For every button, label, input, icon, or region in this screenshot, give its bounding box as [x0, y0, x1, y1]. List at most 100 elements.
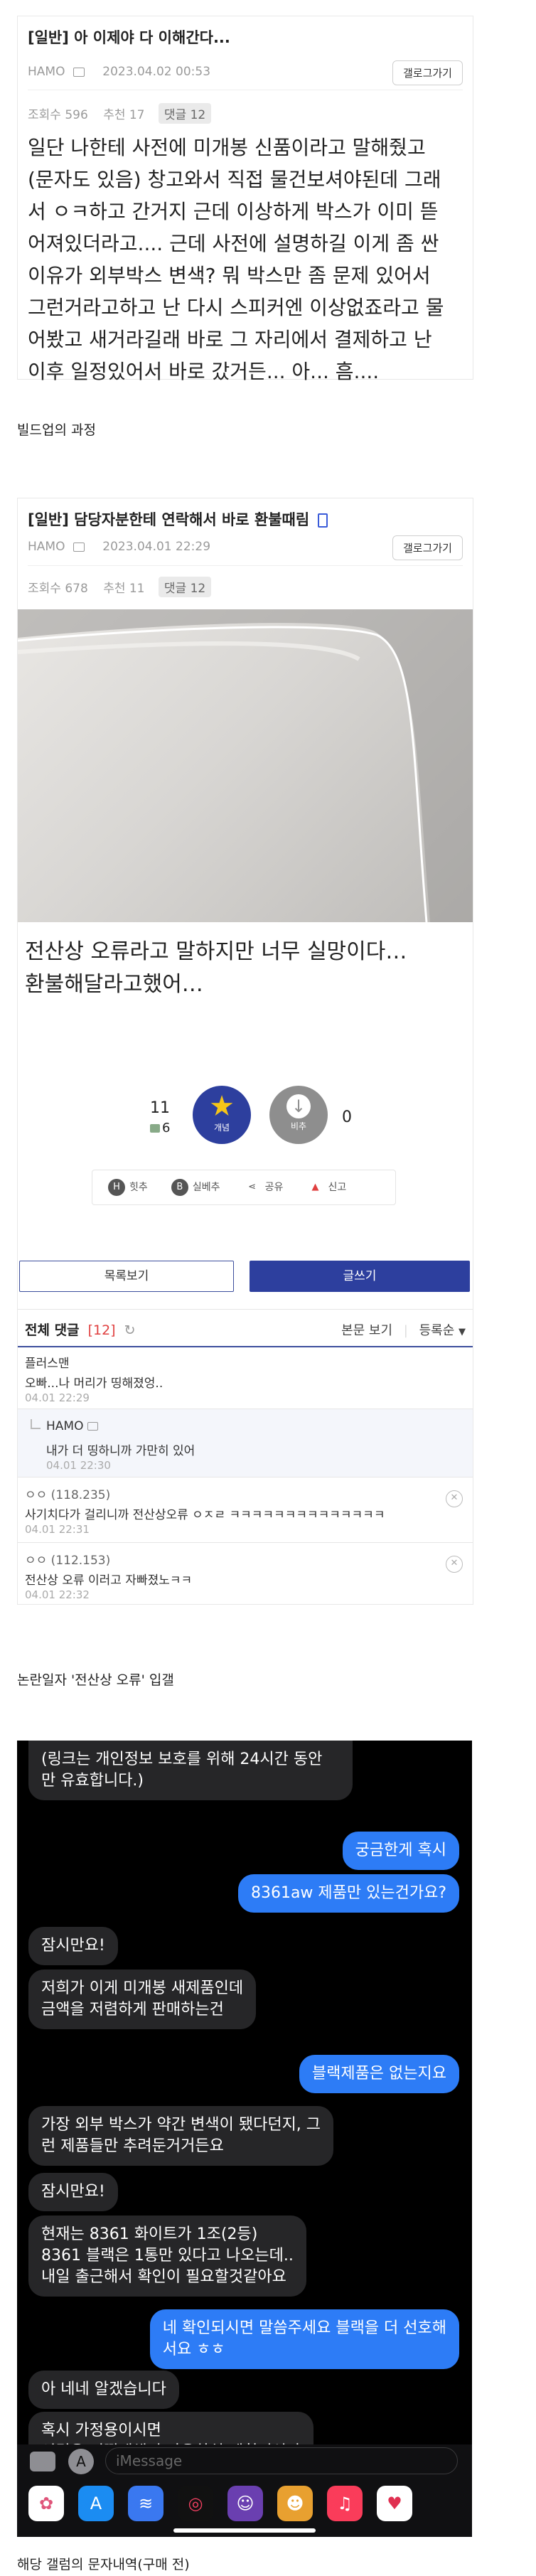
appstore-app-icon[interactable]: A — [78, 2486, 114, 2521]
comment-author[interactable]: HAMO — [46, 1419, 98, 1433]
comment-text: 오빠...나 머리가 띵해졌엉.. — [25, 1377, 164, 1391]
divider — [18, 1309, 473, 1310]
comment-author[interactable]: ㅇㅇ (112.153) — [25, 1550, 110, 1568]
comment-author[interactable]: ㅇㅇ (118.235) — [25, 1485, 110, 1502]
caption-controversy: 논란일자 '전산상 오류' 입갤 — [17, 1672, 174, 1688]
sort-dropdown[interactable]: 등록순 ▼ — [419, 1323, 466, 1338]
mobile-icon — [317, 513, 328, 528]
gallog-button[interactable]: 갤로그가기 — [392, 60, 463, 85]
divider — [28, 565, 463, 566]
refresh-icon[interactable]: ↻ — [124, 1322, 136, 1338]
author-name[interactable]: HAMO — [28, 540, 65, 554]
comment-item: ㅇㅇ (112.153) 전산상 오류 이러고 자빠졌노ㅋㅋ 04.01 22:… — [18, 1542, 473, 1604]
comment-item: 플러스맨 오빠...나 머리가 띵해졌엉.. 04.01 22:29 — [18, 1347, 473, 1409]
comment-text: 전산상 오류 이러고 자빠졌노ㅋㅋ — [25, 1573, 193, 1588]
appstore-icon[interactable]: A — [68, 2449, 94, 2474]
body-line: 그런거라고하고 난 다시 스피커엔 이상없죠라고 물 — [28, 296, 444, 319]
gallog-icon — [73, 542, 85, 552]
post-body: 일단 나한테 사전에 미개봉 신품이라고 말해줬고 (문자도 있음) 창고와서 … — [28, 132, 444, 388]
comment-author-name: HAMO — [46, 1419, 84, 1433]
view-original-button[interactable]: 본문 보기 — [341, 1323, 392, 1338]
recommend-count: 추천 17 — [103, 108, 145, 122]
sub-count: 6 — [150, 1121, 170, 1135]
close-icon[interactable]: ✕ — [446, 1490, 463, 1507]
best-icon: B — [171, 1179, 188, 1196]
message-incoming: 아 네네 알겠습니다 — [28, 2371, 179, 2409]
speaker-photo-illustration — [18, 609, 473, 922]
comments-count: [12] — [87, 1322, 116, 1338]
comment-date: 04.01 22:30 — [46, 1459, 111, 1472]
post-stats: 조회수 596 추천 17 댓글 12 — [28, 103, 212, 124]
audio-app-icon[interactable]: ≋ — [128, 2486, 164, 2521]
reply-count-badge[interactable]: 댓글 12 — [158, 103, 212, 124]
post-card-1: [일반] 아 이제야 다 이해간다... HAMO 2023.04.02 00:… — [17, 16, 473, 383]
share-icon: ⋖ — [248, 1182, 257, 1192]
memoji2-app-icon[interactable]: ☻ — [277, 2486, 313, 2521]
comment-date: 04.01 22:29 — [25, 1391, 90, 1404]
siren-icon: ▲ — [311, 1182, 319, 1192]
camera-icon[interactable] — [30, 2452, 55, 2471]
comment-reply: HAMO 내가 더 띵하니까 가만히 있어 04.01 22:30 — [18, 1409, 473, 1477]
fix-icon — [150, 1124, 160, 1133]
list-button[interactable]: 목록보기 — [19, 1261, 234, 1292]
body-line: 어봤고 새거라길래 바로 그 자리에서 결제하고 난 — [28, 328, 432, 351]
report-action[interactable]: ▲ 신고 — [306, 1179, 346, 1196]
hit-action[interactable]: H 힛추 — [108, 1179, 148, 1196]
comment-author[interactable]: 플러스맨 — [25, 1353, 70, 1371]
upvote-label: 개념 — [213, 1123, 230, 1133]
write-button[interactable]: 글쓰기 — [250, 1261, 470, 1292]
report-label: 신고 — [328, 1182, 347, 1193]
message-outgoing: 네 확인되시면 말씀주세요 블랙을 더 선호해 서요 ㅎㅎ — [149, 2309, 459, 2369]
post-photo[interactable] — [18, 609, 473, 922]
post-datetime: 2023.04.01 22:29 — [102, 540, 211, 554]
view-count: 조회수 596 — [28, 108, 88, 122]
memoji-app-icon[interactable]: ☺ — [227, 2486, 263, 2521]
upvote-button[interactable]: ★ 개념 — [193, 1086, 251, 1144]
star-icon: ★ — [209, 1090, 235, 1123]
gallog-icon — [73, 67, 85, 77]
author-name[interactable]: HAMO — [28, 65, 65, 79]
home-indicator — [173, 2528, 316, 2533]
photos-app-icon[interactable]: ✿ — [28, 2486, 64, 2521]
music-app-icon[interactable]: ♫ — [327, 2486, 363, 2521]
body-line: 전산상 오류라고 말하지만 너무 실망이다… — [25, 939, 407, 964]
message-outgoing: 8361aw 제품만 있는건가요? — [237, 1874, 459, 1913]
body-line: 이유가 외부박스 변색? 뭐 박스만 좀 문제 있어서 — [28, 264, 431, 287]
body-line: 어져있더라고.... 근데 사전에 설명하길 이게 좀 싼 — [28, 232, 439, 255]
post-title[interactable]: [일반] 아 이제야 다 이해간다... — [28, 26, 230, 48]
comment-date: 04.01 22:32 — [25, 1588, 90, 1601]
heart-app-icon[interactable]: ♥ — [377, 2486, 412, 2521]
caption-sms: 해당 갤럼의 문자내역(구매 전) — [17, 2557, 190, 2572]
message-incoming: 잠시만요! — [28, 2173, 118, 2211]
post-actions: H 힛추 B 실베추 ⋖ 공유 ▲ 신고 — [92, 1170, 396, 1205]
comment-text: 내가 더 띵하니까 가만히 있어 — [46, 1444, 195, 1458]
share-action[interactable]: ⋖ 공유 — [244, 1179, 283, 1196]
body-line: 서 ㅇㅋ하고 간거지 근데 이상하게 박스가 이미 뜯 — [28, 200, 439, 223]
message-input[interactable]: iMessage — [105, 2447, 458, 2474]
comment-date: 04.01 22:31 — [25, 1523, 90, 1536]
caption-buildup: 빌드업의 과정 — [17, 422, 96, 438]
best-action[interactable]: B 실베추 — [171, 1179, 220, 1196]
downvote-label: 비추 — [290, 1121, 307, 1131]
close-icon[interactable]: ✕ — [446, 1556, 463, 1573]
body-line: 일단 나한테 사전에 미개봉 신품이라고 말해줬고 — [28, 136, 426, 159]
downvote-button[interactable]: ↓ 비추 — [269, 1086, 328, 1144]
post-card-2: [일반] 담당자분한테 연락해서 바로 환불때림 HAMO 2023.04.01… — [17, 498, 473, 1605]
post-datetime: 2023.04.02 00:53 — [102, 65, 211, 79]
post-author-line: HAMO 2023.04.01 22:29 — [28, 540, 210, 554]
best-label: 실베추 — [192, 1182, 220, 1193]
post-body: 전산상 오류라고 말하지만 너무 실망이다… 환불해달라고했어… — [25, 936, 407, 1001]
activity-app-icon[interactable]: ◎ — [178, 2486, 213, 2521]
comments-title: 전체 댓글 — [25, 1322, 80, 1338]
reply-count-badge[interactable]: 댓글 12 — [158, 577, 212, 597]
sort-label: 등록순 — [419, 1323, 455, 1338]
gallog-button[interactable]: 갤로그가기 — [392, 535, 463, 560]
up-count: 11 — [150, 1099, 170, 1117]
imessage-screenshot: (링크는 개인정보 보호를 위해 24시간 동안 만 유효합니다.) 궁금한게 … — [17, 1741, 472, 2537]
message-incoming: 저희가 이게 미개봉 새제품인데 금액을 저렴하게 판매하는건 — [28, 1970, 257, 2029]
view-count: 조회수 678 — [28, 582, 88, 596]
post-author-line: HAMO 2023.04.02 00:53 — [28, 65, 210, 79]
message-outgoing: 블랙제품은 없는지요 — [299, 2055, 459, 2093]
sub-count-value: 6 — [162, 1121, 171, 1135]
post-title[interactable]: [일반] 담당자분한테 연락해서 바로 환불때림 — [28, 508, 328, 530]
